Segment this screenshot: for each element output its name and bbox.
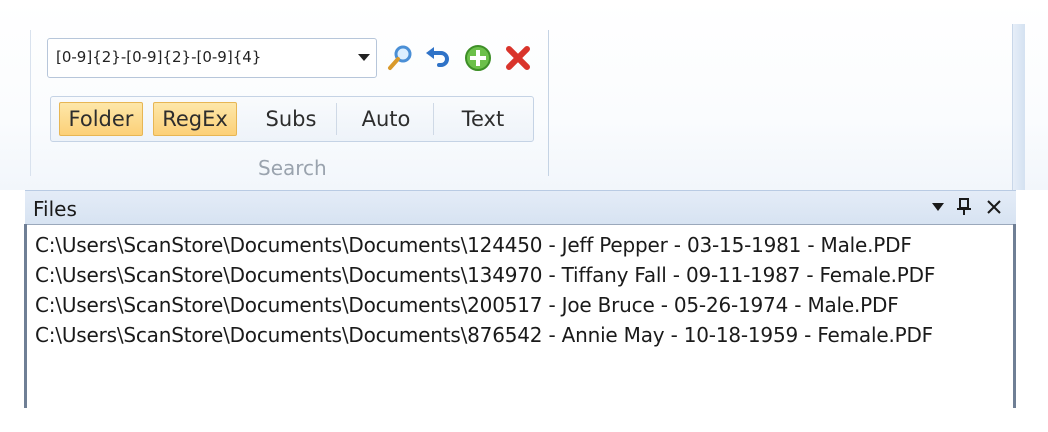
add-button[interactable] bbox=[460, 40, 496, 76]
list-item[interactable]: C:\Users\ScanStore\Documents\Documents\1… bbox=[35, 263, 935, 287]
ribbon-separator bbox=[548, 30, 549, 176]
list-item[interactable]: C:\Users\ScanStore\Documents\Documents\2… bbox=[35, 293, 899, 317]
regex-toggle[interactable]: RegEx bbox=[153, 102, 237, 136]
toggle-separator bbox=[336, 103, 337, 135]
auto-toggle[interactable]: Auto bbox=[343, 102, 429, 136]
list-item[interactable]: C:\Users\ScanStore\Documents\Documents\1… bbox=[35, 233, 912, 257]
files-panel-header: Files bbox=[25, 190, 1016, 224]
files-list[interactable]: C:\Users\ScanStore\Documents\Documents\1… bbox=[27, 224, 1013, 408]
subs-toggle[interactable]: Subs bbox=[249, 102, 333, 136]
close-icon[interactable] bbox=[983, 196, 1005, 218]
search-icon bbox=[388, 45, 412, 70]
search-button[interactable] bbox=[382, 40, 418, 76]
folder-toggle[interactable]: Folder bbox=[59, 102, 143, 136]
ribbon-separator bbox=[30, 30, 31, 176]
delete-icon bbox=[506, 46, 530, 70]
delete-button[interactable] bbox=[500, 40, 536, 76]
text-toggle[interactable]: Text bbox=[439, 102, 527, 136]
pin-icon[interactable] bbox=[953, 196, 975, 218]
chevron-down-icon[interactable] bbox=[358, 54, 370, 61]
search-pattern-combo[interactable]: [0-9]{2}-[0-9]{2}-[0-9]{4} bbox=[47, 38, 377, 78]
dropdown-icon[interactable] bbox=[927, 196, 949, 218]
undo-button[interactable] bbox=[420, 40, 456, 76]
search-group-label: Search bbox=[258, 156, 327, 180]
panel-title: Files bbox=[33, 197, 77, 221]
list-item[interactable]: C:\Users\ScanStore\Documents\Documents\8… bbox=[35, 323, 933, 347]
search-pattern-text: [0-9]{2}-[0-9]{2}-[0-9]{4} bbox=[56, 48, 262, 66]
search-options-bar: Folder RegEx Subs Auto Text bbox=[50, 96, 534, 142]
undo-icon bbox=[426, 47, 449, 67]
panel-border bbox=[1013, 224, 1016, 408]
ribbon-edge bbox=[1012, 24, 1025, 190]
ribbon bbox=[0, 0, 1048, 190]
add-icon bbox=[465, 45, 491, 71]
toggle-separator bbox=[433, 103, 434, 135]
panel-margin bbox=[1016, 190, 1048, 408]
